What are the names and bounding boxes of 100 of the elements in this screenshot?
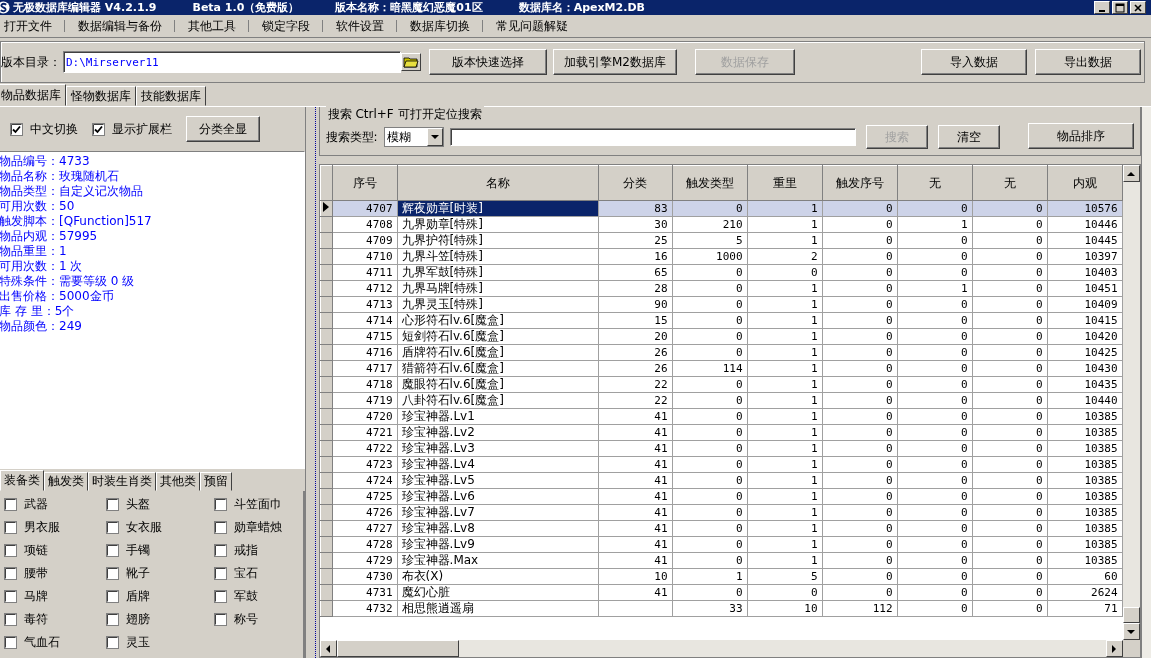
table-cell: 0 <box>822 552 898 569</box>
close-button[interactable] <box>1130 1 1146 14</box>
checkbox[interactable] <box>106 498 119 511</box>
column-header[interactable]: 重里 <box>747 165 823 201</box>
table-cell: 10415 <box>1047 312 1123 329</box>
show-all-button[interactable]: 分类全显 <box>186 116 260 142</box>
table-cell: 10397 <box>1047 248 1123 265</box>
minimize-button[interactable] <box>1094 1 1110 14</box>
tab[interactable]: 怪物数据库 <box>66 86 136 106</box>
checkbox[interactable] <box>4 567 17 580</box>
checkbox[interactable] <box>214 567 227 580</box>
outer-scrollbar[interactable] <box>1140 107 1151 658</box>
checkbox[interactable] <box>4 636 17 649</box>
checkbox[interactable] <box>4 544 17 557</box>
table-cell: 0 <box>822 376 898 393</box>
toolbar-button[interactable]: 加载引擎M2数据库 <box>553 49 677 75</box>
menu-item[interactable]: 软件设置 <box>324 17 396 35</box>
menu-item[interactable]: 锁定字段 <box>250 17 322 35</box>
column-header[interactable]: 分类 <box>598 165 673 201</box>
table-cell: 0 <box>897 248 973 265</box>
search-button[interactable]: 清空 <box>937 125 1000 149</box>
column-header[interactable]: 无 <box>897 165 973 201</box>
table-cell: 0 <box>672 392 748 409</box>
tab[interactable]: 技能数据库 <box>136 86 206 106</box>
maximize-button[interactable] <box>1112 1 1128 14</box>
checkbox[interactable] <box>214 590 227 603</box>
search-type-dropdown[interactable]: 模糊 <box>383 127 444 147</box>
left-arrow-icon <box>324 644 333 653</box>
tab[interactable]: 物品数据库 <box>0 84 66 106</box>
table-cell: 10385 <box>1047 424 1123 441</box>
table-cell: 0 <box>972 456 1048 473</box>
checkbox[interactable] <box>106 590 119 603</box>
checkbox[interactable] <box>106 521 119 534</box>
menu-item[interactable]: 打开文件 <box>0 17 64 35</box>
table-cell: 0 <box>822 264 898 281</box>
tab[interactable]: 其他类 <box>156 472 200 491</box>
toolbar-button[interactable]: 导出数据 <box>1035 49 1141 75</box>
menu-item[interactable]: 其他工具 <box>176 17 248 35</box>
scroll-right-button[interactable] <box>1105 640 1123 657</box>
checkbox[interactable] <box>4 521 17 534</box>
row-pointer-icon <box>323 202 330 212</box>
tab[interactable]: 装备类 <box>0 470 44 491</box>
checkbox-label: 灵玉 <box>126 634 150 651</box>
tab[interactable]: 时装生肖类 <box>88 472 156 491</box>
close-icon <box>1133 2 1143 13</box>
table-cell: 10 <box>747 600 823 617</box>
column-header[interactable]: 名称 <box>397 165 599 201</box>
table-cell: 0 <box>972 280 1048 297</box>
checkbox[interactable] <box>214 521 227 534</box>
checkbox[interactable] <box>10 122 23 136</box>
column-header[interactable]: 触发序号 <box>822 165 898 201</box>
table-cell: 0 <box>672 376 748 393</box>
menu-item[interactable]: 数据编辑与备份 <box>66 17 174 35</box>
tab[interactable]: 预留 <box>200 472 232 491</box>
table-cell: 10435 <box>1047 376 1123 393</box>
table-cell: 珍宝神器.Lv1 <box>397 408 599 425</box>
toolbar-button[interactable]: 导入数据 <box>921 49 1027 75</box>
table-cell: 1 <box>747 376 823 393</box>
column-header[interactable]: 无 <box>972 165 1048 201</box>
tab[interactable]: 触发类 <box>44 472 88 491</box>
checkbox[interactable] <box>106 567 119 580</box>
menu-item[interactable]: 常见问题解疑 <box>484 17 580 35</box>
horizontal-scrollbar[interactable] <box>319 640 1123 657</box>
splitter-bar[interactable] <box>305 107 316 658</box>
checkbox[interactable] <box>214 498 227 511</box>
checkbox[interactable] <box>92 122 105 136</box>
table-cell: 0 <box>822 232 898 249</box>
table-cell: 65 <box>598 264 673 281</box>
checkbox[interactable] <box>106 613 119 626</box>
toolbar-button[interactable]: 版本快速选择 <box>429 49 547 75</box>
path-field[interactable]: D:\Mirserver11 <box>63 51 401 73</box>
checkbox[interactable] <box>4 590 17 603</box>
table-cell: 71 <box>1047 600 1123 617</box>
table-cell: 0 <box>897 456 973 473</box>
table-cell: 珍宝神器.Lv7 <box>397 504 599 521</box>
folder-button[interactable] <box>401 53 421 71</box>
column-header[interactable]: 触发类型 <box>672 165 748 201</box>
table-cell: 0 <box>822 392 898 409</box>
checkbox-label: 斗笠面巾 <box>234 496 282 513</box>
search-field[interactable] <box>449 128 856 146</box>
column-header[interactable]: 内观 <box>1047 165 1123 201</box>
scroll-thumb[interactable] <box>336 640 459 657</box>
table-cell: 0 <box>972 408 1048 425</box>
checkbox[interactable] <box>4 498 17 511</box>
column-header[interactable]: 序号 <box>332 165 398 201</box>
table-cell: 0 <box>822 248 898 265</box>
checkbox-label: 勋章蜡烛 <box>234 519 282 536</box>
table-cell: 0 <box>897 408 973 425</box>
sort-button[interactable]: 物品排序 <box>1027 123 1134 149</box>
checkbox[interactable] <box>214 613 227 626</box>
table-cell: 0 <box>897 472 973 489</box>
checkbox[interactable] <box>106 544 119 557</box>
checkbox[interactable] <box>214 544 227 557</box>
table-cell: 1 <box>747 440 823 457</box>
checkbox[interactable] <box>106 636 119 649</box>
window-title: 数据库名：ApexM2.DB <box>518 0 645 15</box>
checkbox[interactable] <box>4 613 17 626</box>
menu-item[interactable]: 数据库切换 <box>398 17 482 35</box>
scroll-left-button[interactable] <box>319 640 337 657</box>
table-cell: 4724 <box>332 472 398 489</box>
